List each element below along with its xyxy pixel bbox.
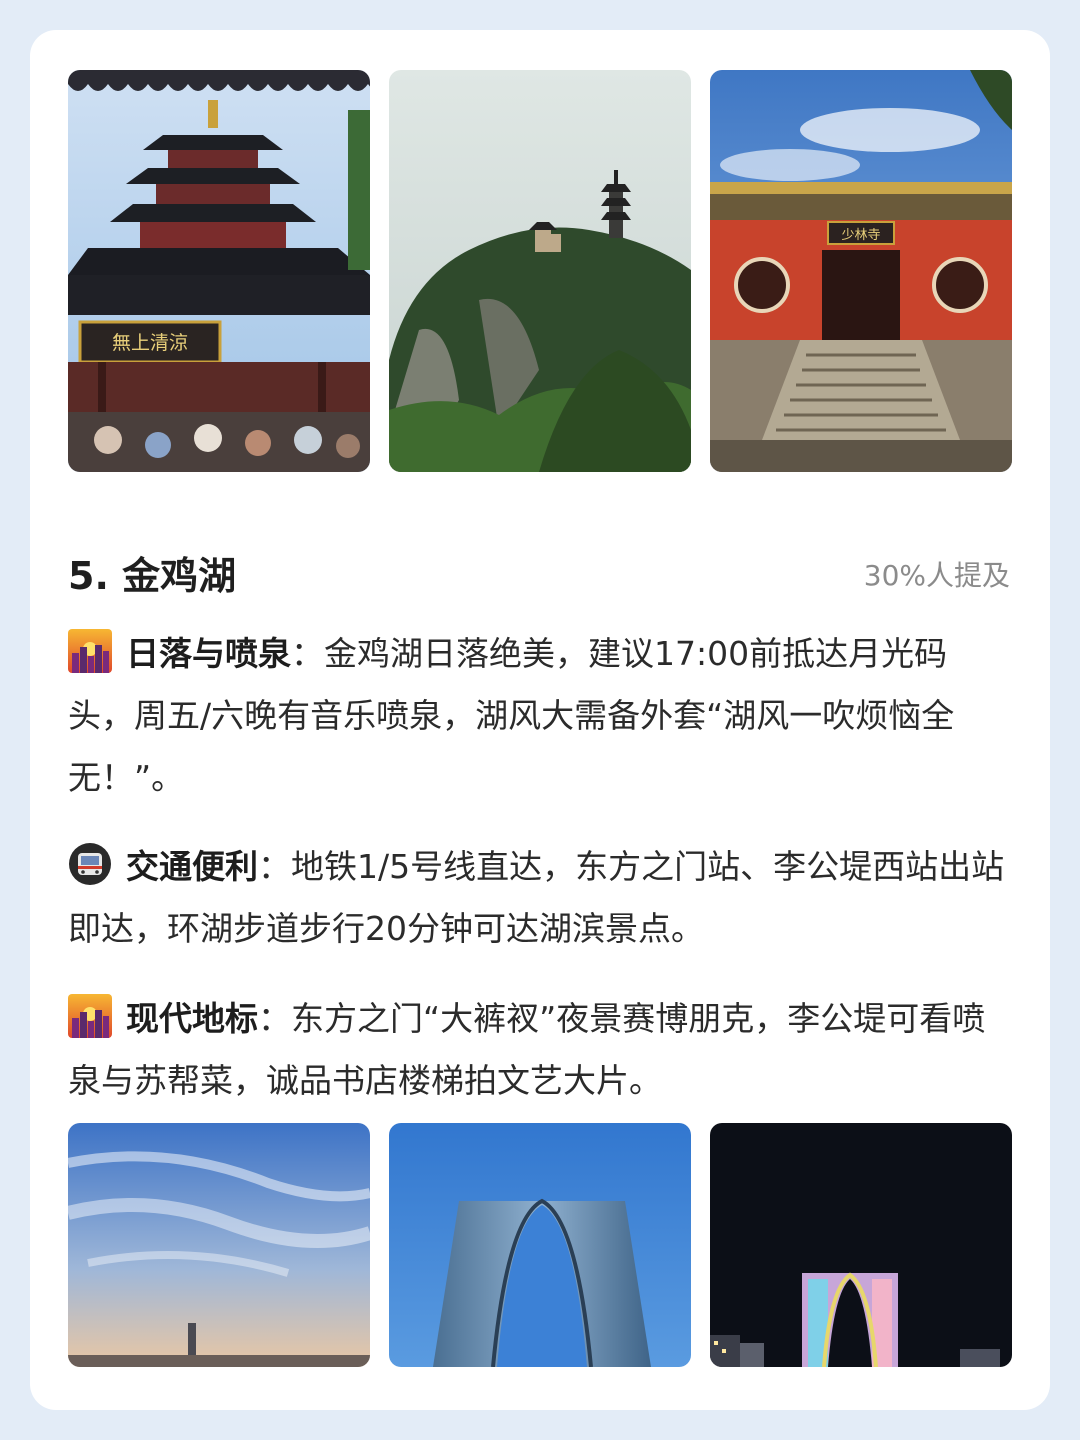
tip-colon: ： [258, 999, 291, 1038]
photo-sky-skyline[interactable] [68, 1123, 370, 1367]
tip-sunset-fountain: 日落与喷泉：金鸡湖日落绝美，建议17:00前抵达月光码头，周五/六晚有音乐喷泉，… [68, 623, 1012, 809]
shaolin-sign-text: 少林寺 [841, 228, 880, 243]
metro-train-icon [68, 842, 112, 886]
photo-shaolin-temple[interactable]: 少林寺 [710, 70, 1012, 472]
photo-pagoda-temple[interactable]: 無上清涼 [68, 70, 370, 472]
photo-hill-pagoda[interactable] [389, 70, 691, 472]
content-card: 無上清涼 少林寺 5. 金鸡湖 30%人提及 日落与喷泉：金鸡湖日落绝美，建议1… [30, 30, 1050, 1410]
tip-landmark: 现代地标：东方之门“大裤衩”夜景赛博朋克，李公堤可看喷泉与苏帮菜，诚品书店楼梯拍… [68, 988, 1012, 1112]
tip-colon: ： [291, 634, 324, 673]
temple-sign-text: 無上清涼 [112, 332, 188, 354]
photo-gate-of-orient-day[interactable] [389, 1123, 691, 1367]
tip-title: 交通便利 [126, 847, 258, 886]
mention-percentage: 30%人提及 [863, 559, 1010, 592]
sunset-cityscape-icon [68, 994, 112, 1038]
tip-transport: 交通便利：地铁1/5号线直达，东方之门站、李公堤西站出站即达，环湖步道步行20分… [68, 836, 1012, 960]
sunset-cityscape-icon [68, 629, 112, 673]
tip-colon: ： [258, 847, 291, 886]
section-heading: 5. 金鸡湖 [68, 554, 237, 598]
tip-title: 日落与喷泉 [126, 634, 291, 673]
tip-title: 现代地标 [126, 999, 258, 1038]
photo-gate-of-orient-night[interactable] [710, 1123, 1012, 1367]
